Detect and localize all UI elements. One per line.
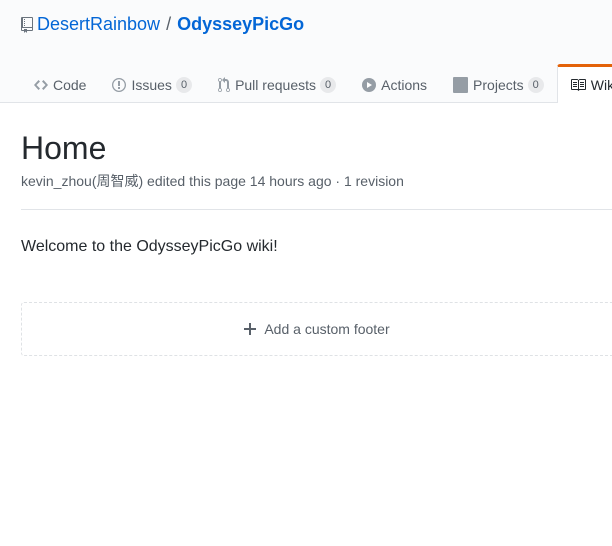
repo-icon [21, 16, 33, 33]
divider [21, 209, 612, 210]
project-icon [453, 77, 469, 93]
tab-issues[interactable]: Issues 0 [99, 66, 205, 103]
issues-count-badge: 0 [175, 77, 193, 93]
footer-label: Add a custom footer [264, 321, 390, 337]
page-meta: kevin_zhou(周智威) edited this page 14 hour… [21, 173, 404, 189]
repo-header: DesertRainbow / OdysseyPicGo Code Issues… [0, 0, 612, 103]
tab-label: Pull requests [235, 77, 316, 93]
tab-label: Wiki [590, 77, 612, 93]
tab-actions[interactable]: Actions [349, 66, 440, 103]
tab-label: Code [53, 77, 87, 93]
repo-title: DesertRainbow / OdysseyPicGo [21, 14, 304, 35]
repo-owner-link[interactable]: DesertRainbow [37, 14, 160, 35]
repo-separator: / [166, 14, 172, 34]
code-icon [34, 77, 48, 93]
issue-icon [112, 77, 127, 93]
projects-count-badge: 0 [527, 77, 544, 93]
wiki-body-text: Welcome to the OdysseyPicGo wiki! [21, 238, 278, 255]
add-custom-footer-button[interactable]: Add a custom footer [21, 302, 612, 356]
tab-label: Projects [473, 77, 524, 93]
book-icon [570, 77, 586, 93]
tab-label: Actions [381, 77, 428, 93]
play-icon [362, 77, 377, 93]
page-title: Home [21, 130, 107, 166]
pull-requests-count-badge: 0 [320, 77, 337, 93]
pull-request-icon [218, 77, 231, 93]
tab-projects[interactable]: Projects 0 [440, 66, 557, 103]
tab-wiki[interactable]: Wiki [556, 64, 612, 103]
tab-code[interactable]: Code [21, 66, 99, 103]
wiki-content: Home kevin_zhou(周智威) edited this page 14… [21, 103, 612, 356]
tab-pull-requests[interactable]: Pull requests 0 [205, 66, 349, 103]
plus-icon [244, 323, 257, 335]
tab-label: Issues [131, 77, 172, 93]
repo-name-link[interactable]: OdysseyPicGo [177, 14, 304, 35]
repo-nav-tabs: Code Issues 0 Pull requests 0 Actions Pr… [21, 64, 612, 103]
